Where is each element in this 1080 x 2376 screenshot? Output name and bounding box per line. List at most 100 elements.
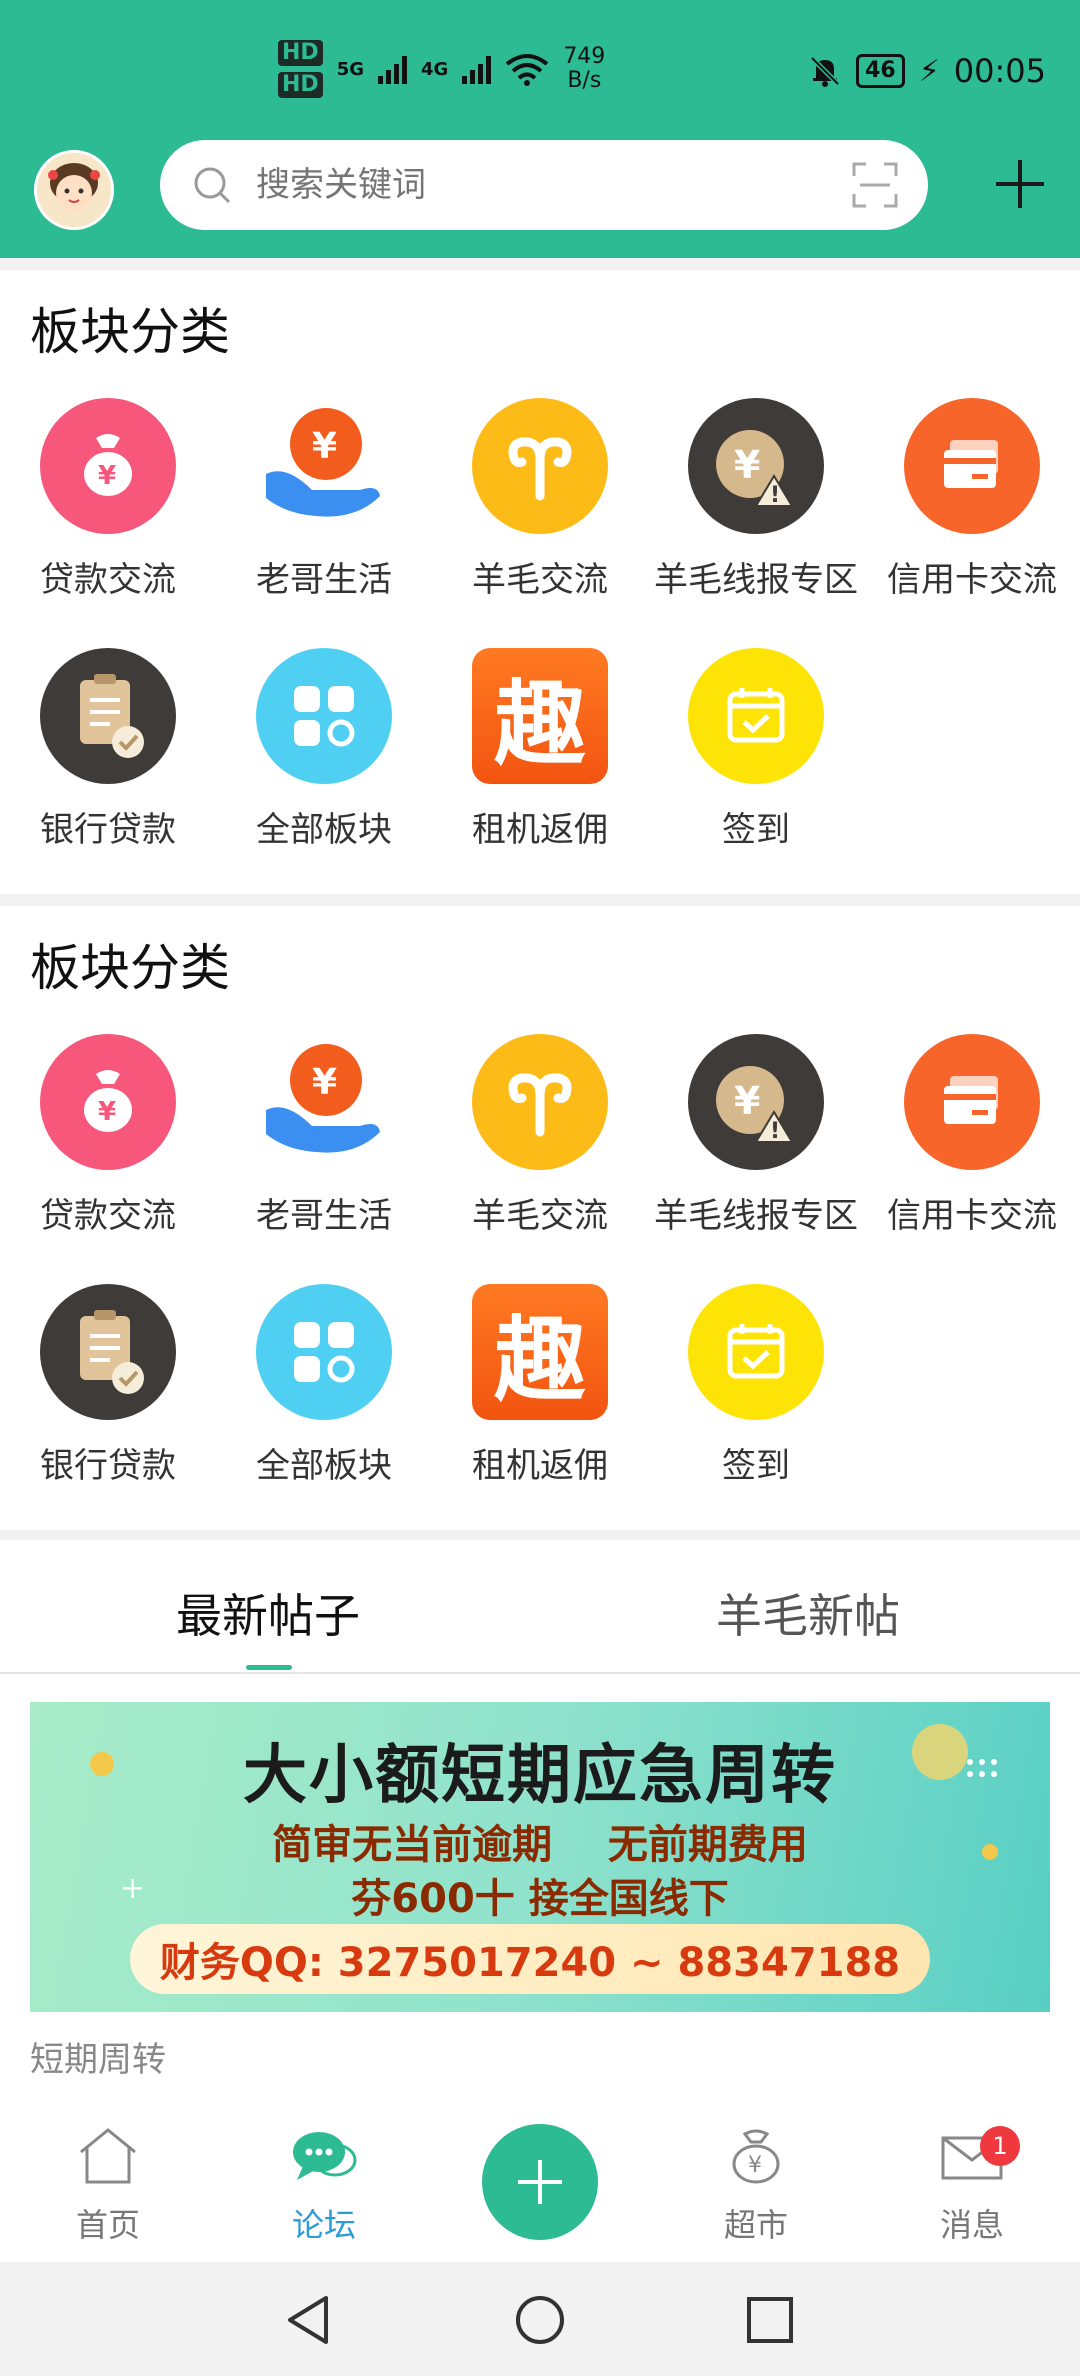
- tab-wool-posts[interactable]: 羊毛新帖: [716, 1580, 900, 1646]
- nav-forum[interactable]: 论坛: [216, 2126, 432, 2246]
- category-item[interactable]: ¥! 羊毛线报专区: [648, 1034, 864, 1237]
- nav-home[interactable]: 首页: [0, 2126, 216, 2246]
- svg-text:¥: ¥: [98, 1097, 116, 1127]
- back-icon[interactable]: [282, 2294, 334, 2346]
- avatar-image: [37, 153, 111, 227]
- category-item[interactable]: 银行贷款: [0, 648, 216, 851]
- section-title: 板块分类: [30, 303, 230, 361]
- category-item[interactable]: ¥ 老哥生活: [216, 1034, 432, 1237]
- network-4g-label: 4G: [421, 58, 449, 80]
- category-item-label: 租机返佣: [472, 1446, 608, 1486]
- category-item[interactable]: 签到: [648, 648, 864, 851]
- clipboard-check-icon: [40, 648, 176, 784]
- search-input[interactable]: [254, 164, 818, 206]
- category-item[interactable]: ¥ 贷款交流: [0, 398, 216, 601]
- category-item-label: 全部板块: [256, 1446, 392, 1486]
- message-badge: 1: [980, 2126, 1020, 2166]
- category-item[interactable]: 羊毛交流: [432, 1034, 648, 1237]
- create-post-button[interactable]: [482, 2124, 598, 2240]
- category-item[interactable]: ¥ 老哥生活: [216, 398, 432, 601]
- category-item-label: 信用卡交流: [887, 560, 1057, 600]
- post-card[interactable]: + 大小额短期应急周转 简审无当前逾期 无前期费用 芬600十 接全国线下 财务…: [0, 1674, 1080, 2086]
- qu-char-icon: 趣: [472, 648, 608, 784]
- hd-indicators: HD HD: [278, 40, 323, 98]
- aries-icon: [472, 1034, 608, 1170]
- post-title[interactable]: 短期周转: [30, 2032, 166, 2081]
- nav-market-label: 超市: [723, 2206, 788, 2244]
- category-item[interactable]: 签到: [648, 1284, 864, 1487]
- category-item-label: 银行贷款: [40, 1446, 176, 1486]
- tab-active-indicator: [246, 1665, 292, 1670]
- category-item-label: 羊毛交流: [472, 560, 608, 600]
- svg-text:¥: ¥: [312, 1062, 337, 1103]
- category-item-label: 羊毛线报专区: [654, 1196, 858, 1236]
- qu-char-icon: 趣: [472, 1284, 608, 1420]
- banner-subline-1: 简审无当前逾期 无前期费用: [272, 1822, 808, 1868]
- category-item[interactable]: 趣租机返佣: [432, 648, 648, 851]
- tab-latest-posts[interactable]: 最新帖子: [176, 1580, 360, 1646]
- all-blocks-icon: [256, 648, 392, 784]
- nav-messages[interactable]: 消息: [864, 2126, 1080, 2246]
- category-item[interactable]: 羊毛交流: [432, 398, 648, 601]
- money-bag-icon: ¥: [40, 398, 176, 534]
- category-item[interactable]: 银行贷款: [0, 1284, 216, 1487]
- network-5g-label: 5G: [336, 58, 364, 80]
- category-item[interactable]: 全部板块: [216, 1284, 432, 1487]
- section-title: 板块分类: [30, 939, 230, 997]
- calendar-check-icon: [688, 648, 824, 784]
- banner-contact: 财务QQ: 3275017240 ~ 88347188: [130, 1924, 930, 1994]
- svg-text:¥: ¥: [748, 2153, 762, 2178]
- category-item[interactable]: ¥! 羊毛线报专区: [648, 398, 864, 601]
- category-item[interactable]: ¥ 贷款交流: [0, 1034, 216, 1237]
- coin-warning-icon: ¥!: [688, 1034, 824, 1170]
- nav-home-label: 首页: [75, 2206, 140, 2244]
- category-item[interactable]: 信用卡交流: [864, 1034, 1080, 1237]
- category-item[interactable]: 全部板块: [216, 648, 432, 851]
- category-item[interactable]: 信用卡交流: [864, 398, 1080, 601]
- plus-icon: [518, 2160, 562, 2204]
- system-nav-bar: [0, 2262, 1080, 2376]
- svg-text:¥: ¥: [312, 426, 337, 467]
- status-right: 46 ⚡ 00:05: [808, 52, 1046, 90]
- post-banner-image[interactable]: + 大小额短期应急周转 简审无当前逾期 无前期费用 芬600十 接全国线下 财务…: [30, 1702, 1050, 2012]
- qu-glyph: 趣: [493, 1306, 586, 1414]
- network-speed: 749 B/s: [563, 45, 605, 93]
- hand-coin-icon: ¥: [256, 398, 392, 534]
- avatar[interactable]: [34, 150, 114, 230]
- home-circle-icon[interactable]: [514, 2294, 566, 2346]
- hand-coin-icon: ¥: [256, 1034, 392, 1170]
- network-speed-value: 749: [563, 44, 606, 69]
- signal-icon: [462, 54, 492, 84]
- category-item-label: 租机返佣: [472, 810, 608, 850]
- credit-card-icon: [904, 398, 1040, 534]
- network-speed-unit: B/s: [567, 68, 602, 93]
- post-tabs: 最新帖子 羊毛新帖: [0, 1540, 1080, 1674]
- category-item[interactable]: 趣租机返佣: [432, 1284, 648, 1487]
- nav-market[interactable]: ¥ 超市: [648, 2126, 864, 2246]
- recents-icon[interactable]: [744, 2294, 796, 2346]
- category-item-label: 信用卡交流: [887, 1196, 1057, 1236]
- category-item-label: 老哥生活: [256, 1196, 392, 1236]
- svg-text:¥: ¥: [734, 443, 760, 487]
- money-bag-icon: ¥: [40, 1034, 176, 1170]
- wifi-icon: [506, 54, 549, 86]
- category-item-label: 老哥生活: [256, 560, 392, 600]
- clipboard-check-icon: [40, 1284, 176, 1420]
- all-blocks-icon: [256, 1284, 392, 1420]
- calendar-check-icon: [688, 1284, 824, 1420]
- app-header: [0, 140, 1080, 258]
- category-item-label: 贷款交流: [40, 560, 176, 600]
- banner-headline: 大小额短期应急周转: [243, 1739, 837, 1813]
- bottom-nav: 首页 论坛 ¥ 超市 消息 1: [0, 2086, 1080, 2262]
- category-section: 板块分类 ¥ 贷款交流 ¥ 老哥生活 羊毛交流 ¥! 羊毛线报专区 信用卡交流 银行贷款 全部板块趣…: [0, 270, 1080, 894]
- svg-text:¥: ¥: [734, 1079, 760, 1123]
- category-item-label: 全部板块: [256, 810, 392, 850]
- hd-indicator-1: HD: [278, 40, 323, 66]
- category-item-label: 银行贷款: [40, 810, 176, 850]
- home-icon: [80, 2128, 136, 2184]
- search-bar[interactable]: [160, 140, 928, 230]
- credit-card-icon: [904, 1034, 1040, 1170]
- scan-icon[interactable]: [852, 162, 898, 208]
- category-item-label: 签到: [722, 810, 790, 850]
- add-icon[interactable]: [992, 156, 1048, 212]
